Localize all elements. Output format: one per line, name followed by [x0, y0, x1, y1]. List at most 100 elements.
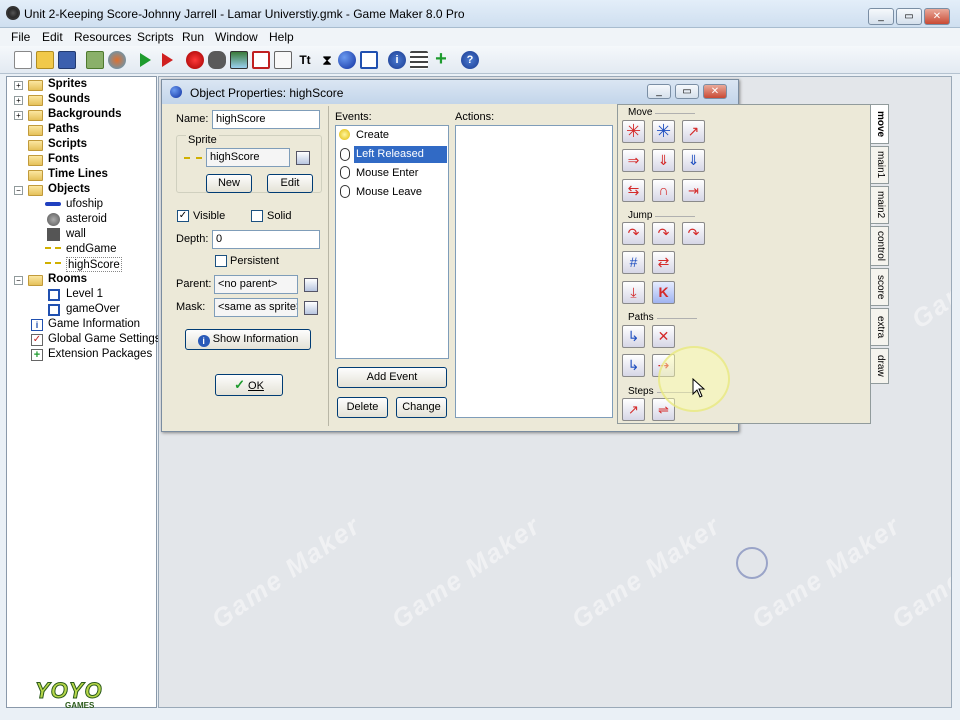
tree-rooms[interactable]: Rooms	[48, 272, 87, 287]
tab-control[interactable]: control	[871, 226, 889, 266]
solid-checkbox[interactable]	[251, 210, 263, 222]
dialog-minimize-button[interactable]: _	[647, 84, 671, 99]
sprite-select[interactable]: highScore	[206, 148, 290, 167]
restore-button[interactable]: ▭	[896, 8, 922, 25]
depth-field[interactable]: 0	[212, 230, 320, 249]
save-icon[interactable]	[58, 51, 76, 69]
jump-to-start-icon[interactable]: ↷	[652, 222, 675, 245]
set-gravity-icon[interactable]: ⇓	[682, 149, 705, 172]
expand-sprites[interactable]: +	[14, 81, 23, 90]
extension-packages-icon[interactable]: +	[432, 49, 450, 69]
tree-object-ufoship[interactable]: ufoship	[66, 197, 103, 212]
name-field[interactable]: highScore	[212, 110, 320, 129]
actions-list[interactable]	[455, 125, 613, 418]
dialog-restore-button[interactable]: ▭	[675, 84, 699, 99]
step-towards-icon[interactable]: ↗	[622, 398, 645, 421]
dialog-title-bar[interactable]: Object Properties: highScore _ ▭ ✕	[162, 80, 738, 104]
tree-extension-packages[interactable]: Extension Packages	[48, 347, 152, 362]
tab-score[interactable]: score	[871, 268, 889, 306]
tree-paths[interactable]: Paths	[48, 122, 79, 137]
collapse-objects[interactable]: −	[14, 186, 23, 195]
app-icon[interactable]	[6, 6, 20, 20]
close-button[interactable]: ✕	[924, 8, 950, 25]
tab-main1[interactable]: main1	[871, 146, 889, 184]
reverse-horizontal-icon[interactable]: ⇆	[622, 179, 645, 202]
ok-button[interactable]: ✓ OK	[215, 374, 283, 396]
add-event-button[interactable]: Add Event	[337, 367, 447, 388]
menu-window[interactable]: Window	[215, 30, 258, 44]
set-friction-icon[interactable]: ⇥	[682, 179, 705, 202]
show-information-button[interactable]: i Show Information	[185, 329, 311, 350]
wrap-screen-icon[interactable]: ⇄	[652, 251, 675, 274]
tree-global-settings[interactable]: Global Game Settings	[48, 332, 161, 347]
mask-menu-icon[interactable]	[304, 301, 318, 315]
run-icon[interactable]	[136, 51, 154, 69]
resource-tree[interactable]: + Sprites + Sounds + Backgrounds Paths S…	[6, 76, 161, 708]
add-sprite-icon[interactable]	[186, 51, 204, 69]
jump-to-random-icon[interactable]: ↷	[682, 222, 705, 245]
speed-vertical-icon[interactable]: ⇓	[652, 149, 675, 172]
delete-event-button[interactable]: Delete	[337, 397, 388, 418]
persistent-checkbox[interactable]	[215, 255, 227, 267]
sprite-menu-icon[interactable]	[296, 151, 310, 165]
tree-room-gameover[interactable]: gameOver	[66, 302, 120, 317]
tree-object-wall[interactable]: wall	[66, 227, 86, 242]
tree-fonts[interactable]: Fonts	[48, 152, 79, 167]
add-timeline-icon[interactable]: ⧗	[318, 51, 336, 69]
reverse-vertical-icon[interactable]: ∩	[652, 179, 675, 202]
end-path-icon[interactable]: ✕	[652, 325, 675, 348]
visible-checkbox[interactable]: ✓	[177, 210, 189, 222]
tab-move[interactable]: move	[871, 104, 889, 144]
move-free-icon[interactable]: ✳	[652, 120, 675, 143]
expand-backgrounds[interactable]: +	[14, 111, 23, 120]
jump-to-position-icon[interactable]: ↷	[622, 222, 645, 245]
new-sprite-button[interactable]: New	[206, 174, 252, 193]
align-to-grid-icon[interactable]: #	[622, 251, 645, 274]
events-list[interactable]: Create Left Released Mouse Enter Mouse L…	[335, 125, 449, 359]
event-mouse-leave[interactable]: Mouse Leave	[356, 186, 422, 198]
menu-edit[interactable]: Edit	[42, 30, 63, 44]
add-path-icon[interactable]	[252, 51, 270, 69]
bounce-icon[interactable]: K	[652, 281, 675, 304]
tree-object-endgame[interactable]: endGame	[66, 242, 117, 257]
open-file-icon[interactable]	[36, 51, 54, 69]
add-font-icon[interactable]: Tt	[296, 51, 314, 69]
collapse-rooms[interactable]: −	[14, 276, 23, 285]
tree-sounds[interactable]: Sounds	[48, 92, 90, 107]
tree-sprites[interactable]: Sprites	[48, 77, 87, 92]
minimize-button[interactable]: _	[868, 8, 894, 25]
menu-run[interactable]: Run	[182, 30, 204, 44]
new-file-icon[interactable]	[14, 51, 32, 69]
tree-scripts[interactable]: Scripts	[48, 137, 87, 152]
global-settings-icon[interactable]	[410, 51, 428, 69]
tree-object-highscore[interactable]: highScore	[66, 257, 122, 272]
tab-main2[interactable]: main2	[871, 186, 889, 224]
set-path-icon[interactable]: ↳	[622, 325, 645, 348]
add-room-icon[interactable]	[360, 51, 378, 69]
change-event-button[interactable]: Change	[396, 397, 447, 418]
add-sound-icon[interactable]	[208, 51, 226, 69]
path-position-icon[interactable]: ↳	[622, 354, 645, 377]
mask-select[interactable]: <same as sprite>	[214, 298, 298, 317]
dialog-close-button[interactable]: ✕	[703, 84, 727, 99]
tab-draw[interactable]: draw	[871, 348, 889, 384]
menu-help[interactable]: Help	[269, 30, 294, 44]
create-executable-icon[interactable]	[86, 51, 104, 69]
tree-timelines[interactable]: Time Lines	[48, 167, 108, 182]
add-object-icon[interactable]	[338, 51, 356, 69]
help-icon[interactable]: ?	[461, 51, 479, 69]
speed-horizontal-icon[interactable]: ⇒	[622, 149, 645, 172]
event-mouse-enter[interactable]: Mouse Enter	[356, 167, 418, 179]
debug-run-icon[interactable]	[158, 51, 176, 69]
parent-menu-icon[interactable]	[304, 278, 318, 292]
menu-scripts[interactable]: Scripts	[137, 30, 174, 44]
tree-object-asteroid[interactable]: asteroid	[66, 212, 107, 227]
menu-file[interactable]: File	[11, 30, 30, 44]
tree-game-information[interactable]: Game Information	[48, 317, 140, 332]
menu-resources[interactable]: Resources	[74, 30, 131, 44]
tree-backgrounds[interactable]: Backgrounds	[48, 107, 122, 122]
publish-icon[interactable]	[108, 51, 126, 69]
expand-sounds[interactable]: +	[14, 96, 23, 105]
tab-extra[interactable]: extra	[871, 308, 889, 346]
tree-room-level1[interactable]: Level 1	[66, 287, 103, 302]
